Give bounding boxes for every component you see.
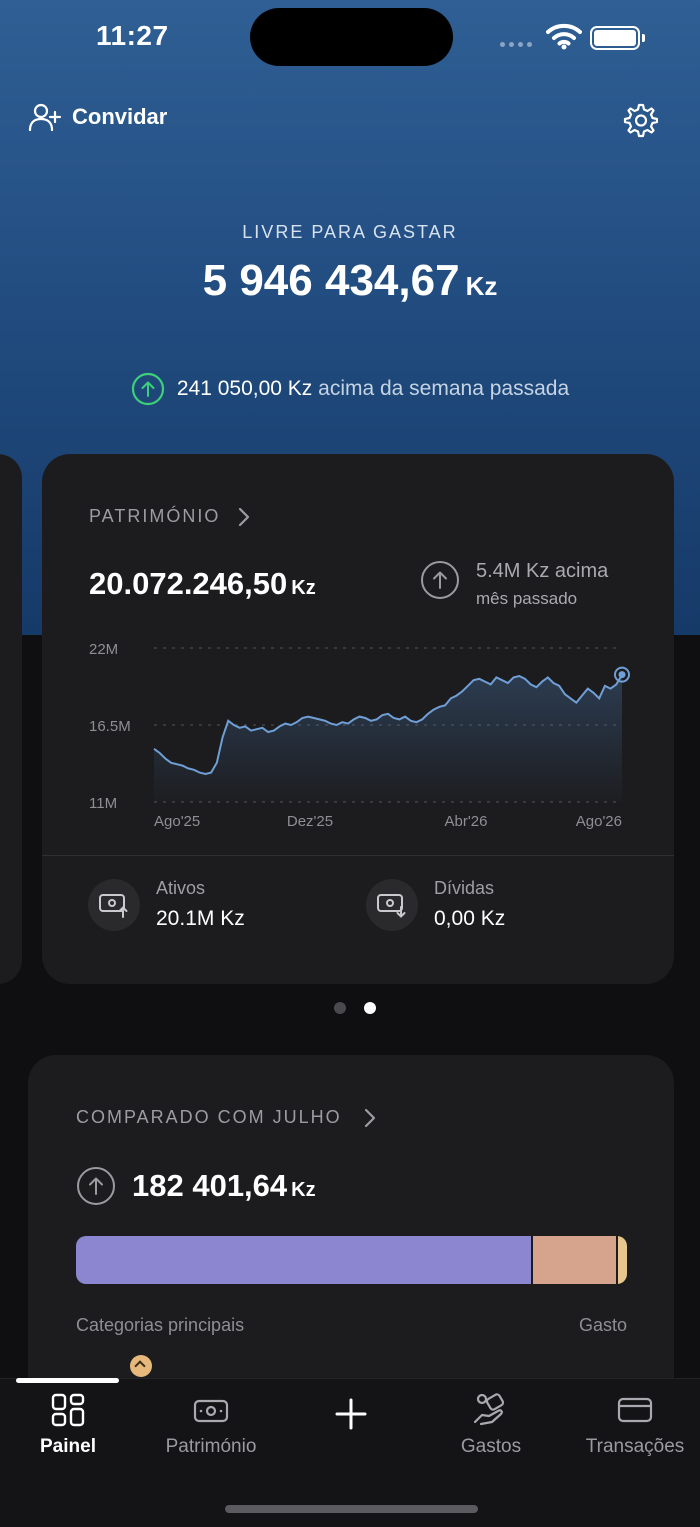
net-worth-title: PATRIMÓNIO xyxy=(89,506,221,526)
top-categories-label: Categorias principais xyxy=(76,1315,245,1335)
net-worth-card[interactable]: PATRIMÓNIO 20.072.246,50 Kz 5.4M Kz acima… xyxy=(42,454,674,984)
assets-summary[interactable]: Ativos 20.1M Kz xyxy=(88,878,245,931)
money-down-icon xyxy=(366,878,418,931)
invite-button[interactable]: Convidar xyxy=(28,102,167,132)
bar-segment xyxy=(530,1236,616,1284)
amount-value: 5 946 434,67 xyxy=(202,256,460,305)
money-icon xyxy=(193,1399,229,1423)
arrow-up-circle-icon xyxy=(131,372,164,406)
wifi-icon xyxy=(546,23,582,50)
net-worth-title-link[interactable]: PATRIMÓNIO xyxy=(89,506,250,527)
add-user-icon xyxy=(28,103,62,132)
home-indicator xyxy=(225,1505,478,1513)
monthly-delta: 5.4M Kz acima mês passado xyxy=(420,560,608,609)
spent-label: Gasto xyxy=(578,1315,627,1335)
category-spend-bar[interactable] xyxy=(76,1236,627,1284)
chart-current-point xyxy=(618,671,626,679)
y-tick-label: 11M xyxy=(89,795,117,812)
arrow-up-circle-icon xyxy=(421,561,459,599)
chevron-up-badge-icon xyxy=(130,1355,152,1377)
comparison-currency: Kz xyxy=(291,1179,316,1201)
chart-area xyxy=(154,674,622,802)
tab-label: Painel xyxy=(40,1436,96,1457)
active-tab-indicator xyxy=(16,1378,119,1383)
net-worth-amount: 20.072.246,50 xyxy=(89,566,288,601)
tab-label: Transações xyxy=(585,1436,685,1457)
page-dot[interactable] xyxy=(334,1002,346,1014)
tab-gastos[interactable]: Gastos xyxy=(416,1392,566,1458)
net-worth-currency: Kz xyxy=(291,577,316,599)
debts-summary[interactable]: Dívidas 0,00 Kz xyxy=(366,878,505,931)
tab-label: Gastos xyxy=(460,1436,522,1457)
money-up-icon xyxy=(88,878,140,931)
tab-painel[interactable]: Painel xyxy=(0,1392,143,1458)
x-tick-label: Ago'26 xyxy=(576,813,622,830)
comparison-title: COMPARADO COM JULHO xyxy=(76,1107,342,1127)
add-transaction-button[interactable] xyxy=(276,1392,426,1432)
status-time: 11:27 xyxy=(96,20,169,51)
y-tick-label: 22M xyxy=(89,641,118,658)
bar-segment xyxy=(76,1236,531,1284)
free-to-spend-amount: 5 946 434,67 Kz xyxy=(0,256,700,306)
x-tick-label: Abr'26 xyxy=(445,813,488,830)
page-indicator[interactable] xyxy=(334,1002,376,1014)
delta-amount: 241 050,00 Kz xyxy=(176,377,313,400)
x-tick-label: Dez'25 xyxy=(287,813,333,830)
free-to-spend-label: LIVRE PARA GASTAR xyxy=(242,222,458,242)
debts-label: Dívidas xyxy=(434,878,495,898)
dynamic-island xyxy=(250,8,453,66)
comparison-title-link[interactable]: COMPARADO COM JULHO xyxy=(76,1107,376,1128)
comparison-amount: 182 401,64 xyxy=(132,1168,288,1203)
dashboard-icon xyxy=(51,1393,85,1427)
card-icon xyxy=(617,1397,653,1423)
cellular-signal-icon xyxy=(500,42,532,47)
tab-label: Património xyxy=(165,1436,257,1457)
tab-patrimonio[interactable]: Património xyxy=(136,1392,286,1458)
chevron-right-icon xyxy=(239,507,250,526)
gear-icon[interactable] xyxy=(622,102,658,138)
delta-line-2: mês passado xyxy=(476,589,578,608)
delta-line-1: 5.4M Kz acima xyxy=(476,560,609,582)
amount-currency: Kz xyxy=(465,271,498,301)
divider xyxy=(42,855,674,856)
delta-text: acima da semana passada xyxy=(318,377,570,400)
y-tick-label: 16.5M xyxy=(89,718,131,735)
plus-icon xyxy=(335,1398,367,1430)
debts-value: 0,00 Kz xyxy=(434,907,506,930)
bar-segment xyxy=(615,1236,627,1284)
net-worth-chart[interactable]: 22M 16.5M 11M Ago'25 Dez'25 Abr'26 Ago'26 xyxy=(82,634,642,834)
comparison-value-row: 182 401,64 Kz xyxy=(76,1166,316,1206)
comparison-value: 182 401,64 Kz xyxy=(132,1168,316,1204)
arrow-up-circle-icon xyxy=(77,1167,115,1205)
battery-icon xyxy=(590,26,645,50)
page-dot[interactable] xyxy=(364,1002,376,1014)
tab-transacoes[interactable]: Transações xyxy=(560,1392,700,1458)
chevron-right-icon xyxy=(364,1108,375,1127)
assets-value: 20.1M Kz xyxy=(156,907,245,930)
weekly-delta: 241 050,00 Kz acima da semana passada xyxy=(0,372,700,406)
invite-label: Convidar xyxy=(72,104,168,129)
assets-label: Ativos xyxy=(156,878,206,898)
previous-card-peek[interactable] xyxy=(0,454,22,984)
net-worth-value: 20.072.246,50 Kz xyxy=(89,566,316,602)
x-tick-label: Ago'25 xyxy=(154,813,200,830)
spending-icon xyxy=(473,1393,505,1426)
